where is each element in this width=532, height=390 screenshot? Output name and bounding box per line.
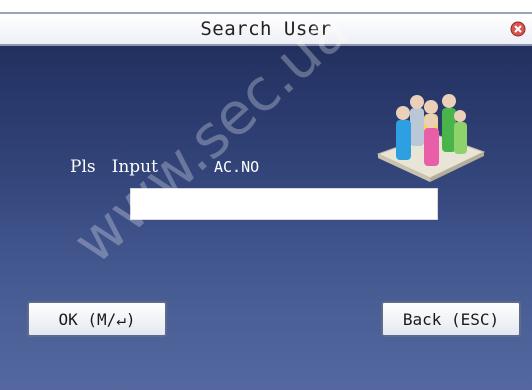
search-prompt: Pls Input — [70, 157, 174, 177]
prompt-word-acno: AC.NO — [214, 158, 260, 176]
main-panel: Pls Input AC.NO www.sec.ua OK (M/↵) Back … — [0, 0, 532, 390]
back-button[interactable]: Back (ESC) — [381, 301, 521, 337]
prompt-word-pls: Pls — [70, 157, 96, 177]
title-bar: Search User — [0, 12, 532, 46]
prompt-word-input: Input — [111, 157, 158, 177]
users-group-icon — [376, 94, 486, 182]
ok-button[interactable]: OK (M/↵) — [27, 301, 167, 337]
close-icon[interactable] — [510, 21, 526, 37]
window-title: Search User — [200, 18, 332, 40]
device-screen: Search User Pls Input AC.NO www.sec.ua O… — [0, 0, 532, 390]
ac-no-input[interactable] — [130, 188, 438, 220]
